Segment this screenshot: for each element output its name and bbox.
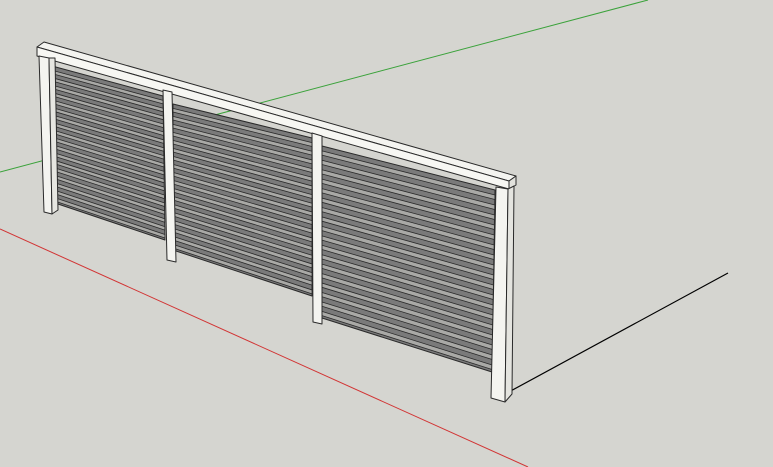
post-middle-2 — [311, 132, 323, 325]
shadow-edge-line — [506, 272, 729, 394]
railing-model[interactable] — [36, 41, 517, 403]
model-viewport[interactable] — [0, 0, 773, 467]
